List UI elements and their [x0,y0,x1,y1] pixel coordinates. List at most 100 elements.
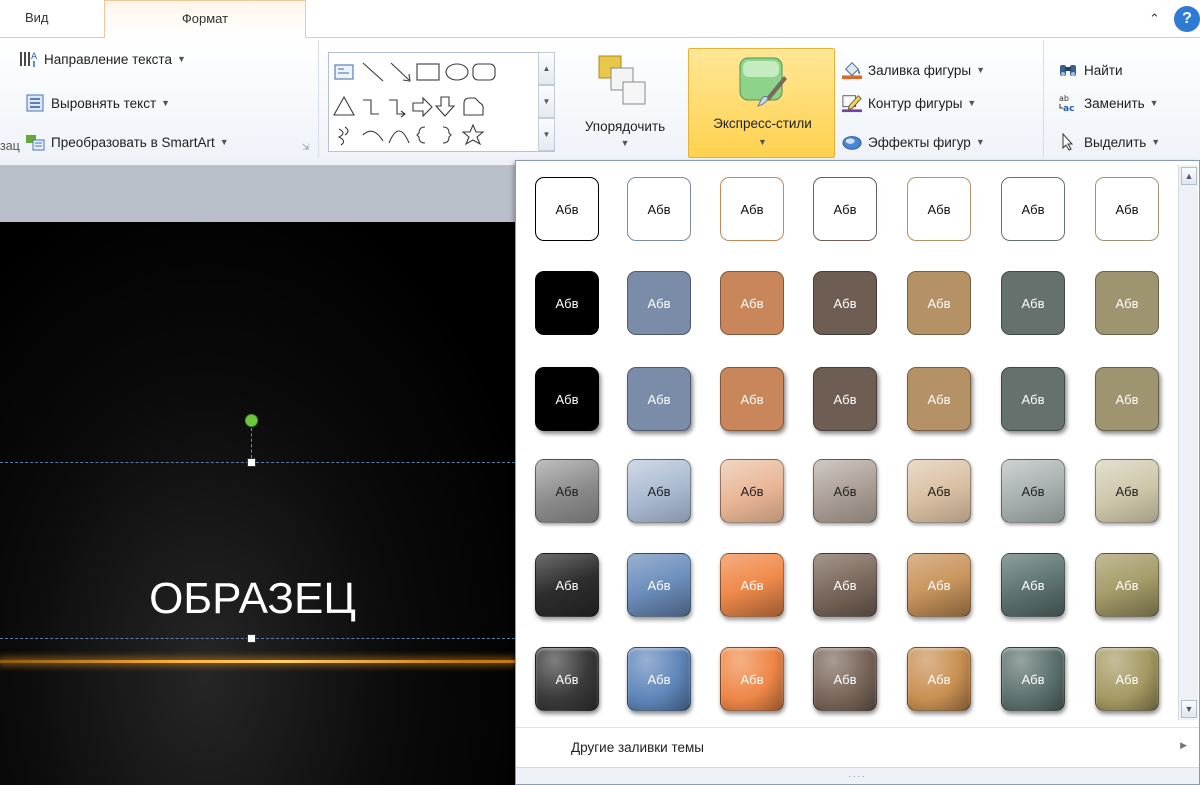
quick-styles-button[interactable]: Экспресс-стили ▼ [688,48,835,158]
style-tile[interactable]: Абв [1001,459,1065,523]
style-tile[interactable]: Абв [720,271,784,335]
gallery-scrollbar[interactable]: ▲ ▼ [1178,165,1198,720]
style-tile[interactable]: Абв [907,459,971,523]
style-tile[interactable]: Абв [907,177,971,241]
scroll-up-icon[interactable]: ▲ [1181,167,1197,185]
resize-grip[interactable]: .... [516,767,1199,784]
style-tile-label: Абв [1021,671,1045,687]
style-tile[interactable]: Абв [907,553,971,617]
resize-handle-bottom[interactable] [247,634,256,643]
gallery-expand-button[interactable]: ▼ [538,118,555,151]
style-tile-label: Абв [1021,483,1045,499]
style-tile[interactable]: Абв [1001,177,1065,241]
text-direction-button[interactable]: A Направление текста ▼ [18,46,186,72]
style-tile[interactable]: Абв [627,271,691,335]
style-tile[interactable]: Абв [1095,271,1159,335]
more-theme-fills-label: Другие заливки темы [571,740,704,755]
more-theme-fills-item[interactable]: Другие заливки темы ▶ [516,727,1199,767]
style-tile[interactable]: Абв [720,177,784,241]
style-tile[interactable]: Абв [907,647,971,711]
decorative-orange-line [0,660,515,663]
style-tile[interactable]: Абв [1095,553,1159,617]
style-tile[interactable]: Абв [813,177,877,241]
select-button[interactable]: Выделить ▼ [1058,129,1160,155]
style-tile[interactable]: Абв [1095,177,1159,241]
style-tile[interactable]: Абв [907,367,971,431]
style-tile-label: Абв [647,577,671,593]
shape-effects-icon [842,132,862,152]
quick-styles-label: Экспресс-стили [713,116,812,131]
slide-canvas[interactable]: ОБРАЗЕЦ [0,222,515,785]
style-tile[interactable]: Абв [627,177,691,241]
style-tile-label: Абв [555,201,579,217]
style-tile[interactable]: Абв [720,459,784,523]
style-tile[interactable]: Абв [1095,647,1159,711]
style-tile[interactable]: Абв [535,459,599,523]
style-tile-label: Абв [647,391,671,407]
chevron-down-icon: ▼ [176,54,186,64]
shape-effects-button[interactable]: Эффекты фигур ▼ [842,129,985,155]
style-tile[interactable]: Абв [720,647,784,711]
tab-format[interactable]: Формат [104,0,306,38]
minimize-ribbon-icon[interactable]: ⌃ [1149,11,1160,27]
style-tile[interactable]: Абв [1001,647,1065,711]
style-tile[interactable]: Абв [627,553,691,617]
replace-button[interactable]: ab ac Заменить ▼ [1058,90,1159,116]
align-text-button[interactable]: Выровнять текст ▼ [25,90,170,116]
gallery-scroll-down-button[interactable]: ▼ [538,85,555,118]
style-tile[interactable]: Абв [813,553,877,617]
smartart-icon [25,132,45,152]
style-tile[interactable]: Абв [907,271,971,335]
style-tile-label: Абв [647,483,671,499]
gallery-scroll-up-button[interactable]: ▲ [538,52,555,85]
style-tile[interactable]: Абв [535,647,599,711]
style-tile-label: Абв [555,391,579,407]
chevron-down-icon: ▼ [620,138,630,148]
svg-text:ac: ac [1063,104,1074,113]
scroll-down-icon[interactable]: ▼ [1181,700,1197,718]
chevron-right-icon: ▶ [1180,740,1187,750]
dialog-launcher-icon[interactable]: ⇲ [302,142,310,153]
style-tile[interactable]: Абв [1095,367,1159,431]
style-tile[interactable]: Абв [1001,553,1065,617]
style-tile[interactable]: Абв [627,459,691,523]
style-tile[interactable]: Абв [813,271,877,335]
style-tile[interactable]: Абв [627,647,691,711]
svg-text:A: A [31,52,38,62]
style-tile[interactable]: Абв [535,177,599,241]
style-tile[interactable]: Абв [813,459,877,523]
style-tile[interactable]: Абв [627,367,691,431]
style-tile-label: Абв [833,671,857,687]
style-tile[interactable]: Абв [535,367,599,431]
shape-outline-button[interactable]: Контур фигуры ▼ [842,90,976,116]
style-tile-label: Абв [927,201,951,217]
style-tile[interactable]: Абв [535,553,599,617]
resize-handle-top[interactable] [247,458,256,467]
style-tile[interactable]: Абв [720,367,784,431]
style-tile[interactable]: Абв [813,647,877,711]
convert-to-smartart-button[interactable]: Преобразовать в SmartArt ▼ [25,129,229,155]
find-button[interactable]: Найти [1058,57,1123,83]
rotation-handle[interactable] [245,414,258,427]
style-tile-label: Абв [1021,577,1045,593]
slide-title[interactable]: ОБРАЗЕЦ [0,574,505,624]
help-icon[interactable]: ? [1174,6,1200,32]
style-tile[interactable]: Абв [1095,459,1159,523]
shape-outline-label: Контур фигуры [868,95,963,111]
paint-bucket-icon [842,60,862,80]
arrange-button[interactable]: Упорядочить ▼ [563,42,687,160]
style-tile-label: Абв [555,671,579,687]
shape-fill-button[interactable]: Заливка фигуры ▼ [842,57,985,83]
tab-view[interactable]: Вид [25,10,49,25]
binoculars-icon [1058,60,1078,80]
quick-styles-gallery: Абв Абв Абв Абв Абв Абв Абв Абв Абв Абв Абв Абв Абв А… [516,161,1176,726]
style-tile-label: Абв [1115,577,1139,593]
style-tile[interactable]: Абв [535,271,599,335]
pencil-icon [842,93,862,113]
chevron-down-icon: ▼ [161,98,171,108]
style-tile[interactable]: Абв [1001,367,1065,431]
style-tile[interactable]: Абв [1001,271,1065,335]
shapes-gallery[interactable] [328,52,555,152]
style-tile[interactable]: Абв [720,553,784,617]
style-tile[interactable]: Абв [813,367,877,431]
